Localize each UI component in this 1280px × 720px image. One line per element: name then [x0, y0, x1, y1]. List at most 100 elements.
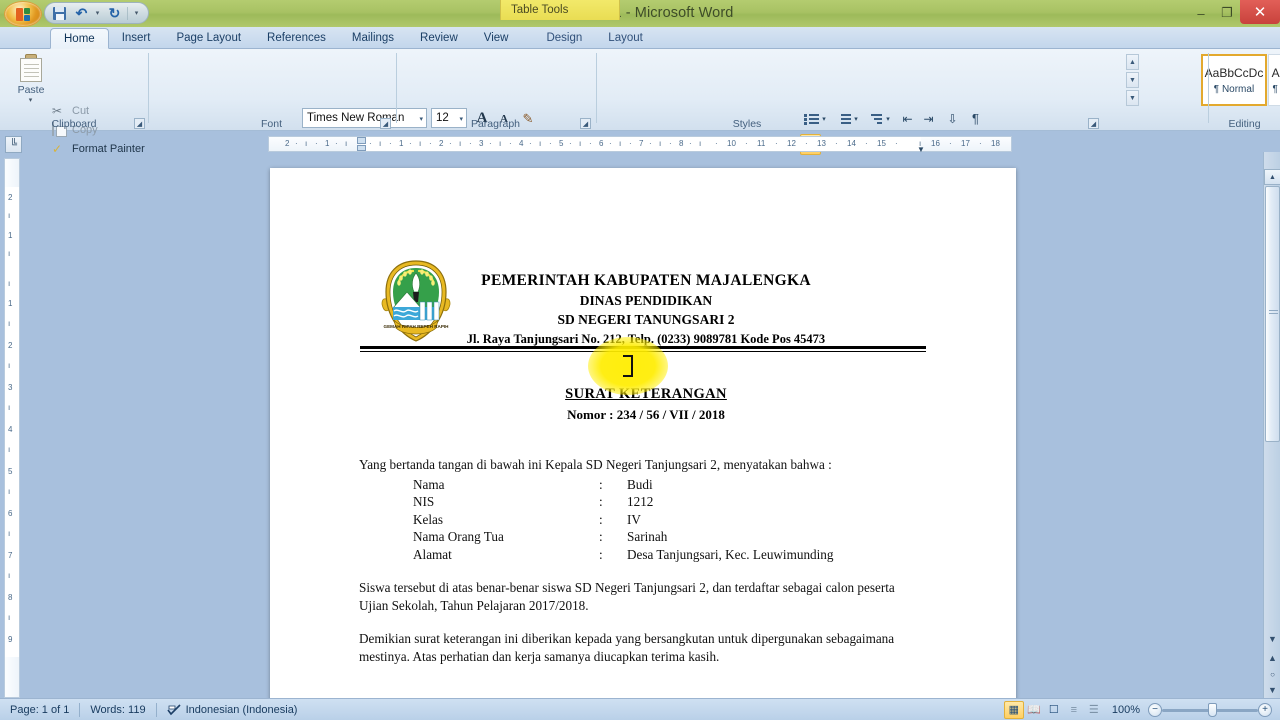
horizontal-ruler[interactable]: 2 · ı · 1 · ı · ı · 1 · ı · 2 · ı · 3 · ı · 4 · ı · 5 · ı · 6 ·… [268, 136, 1012, 154]
full-screen-reading-view-button[interactable]: 📖 [1024, 701, 1044, 719]
title-bar: ↶ ▾ ↻ ▾ Document1 - Microsoft Word Table… [0, 0, 1280, 28]
paste-button[interactable]: Paste ▾ [10, 53, 52, 111]
minimize-button[interactable]: – [1188, 2, 1214, 24]
field-label: Kelas [413, 511, 444, 527]
group-label-font: Font [260, 118, 282, 130]
document-title-block: SURAT KETERANGAN Nomor : 234 / 56 / VII … [358, 386, 934, 423]
styles-gallery-scroll[interactable]: ▲ ▼ ▼ [1126, 54, 1139, 106]
vertical-ruler[interactable]: 2ı 1ı ı1 ı2 ı3 ı4 ı5 ı6 ı7 ı8 ı9 [4, 158, 20, 698]
gallery-scroll-down-button[interactable]: ▼ [1126, 72, 1139, 88]
document-letterhead: PEMERINTAH KABUPATEN MAJALENGKA DINAS PE… [358, 272, 934, 347]
draft-view-button[interactable]: ☰ [1084, 701, 1104, 719]
right-indent-marker[interactable]: ▼ [917, 145, 925, 154]
zoom-out-button[interactable]: − [1148, 702, 1162, 717]
field-colon: : [599, 476, 603, 492]
close-button[interactable]: ✕ [1240, 0, 1280, 24]
letterhead-line-2: DINAS PENDIDIKAN [579, 293, 713, 308]
window-title: Document1 - Microsoft Word [546, 5, 734, 21]
zoom-slider[interactable] [1162, 702, 1258, 718]
document-canvas[interactable]: GEMAH RIPAH REPEH RAPIH PEMERINTAH KABUP… [22, 154, 1255, 698]
tab-home[interactable]: Home [50, 28, 109, 49]
letterhead-line-4: Jl. Raya Tanjungsari No. 212, Telp. (023… [466, 332, 826, 346]
ribbon-tabs: Home Insert Page Layout References Maili… [50, 27, 656, 49]
tab-mailings[interactable]: Mailings [339, 27, 407, 49]
left-indent-marker[interactable] [357, 145, 366, 151]
zoom-level-label[interactable]: 100% [1104, 704, 1148, 716]
outline-icon: ≡ [1070, 703, 1078, 716]
clipboard-dialog-launcher[interactable]: ◢ [134, 118, 145, 129]
format-painter-label: Format Painter [72, 142, 145, 155]
language-label: Indonesian (Indonesia) [185, 703, 298, 716]
tab-design[interactable]: Design [533, 27, 595, 49]
table-row: Nama Orang Tua : Sarinah [413, 528, 919, 546]
outline-view-button[interactable]: ≡ [1064, 701, 1084, 719]
body-paragraph-3: Demikian surat keterangan ini diberikan … [359, 631, 895, 664]
page-indicator-label: Page: 1 of 1 [10, 703, 70, 716]
table-row: Alamat : Desa Tanjungsari, Kec. Leuwimun… [413, 546, 919, 564]
cut-button[interactable]: ✂ Cut [52, 102, 89, 119]
print-layout-view-button[interactable]: ▦ [1003, 700, 1024, 719]
field-colon: : [599, 494, 603, 509]
field-colon: : [599, 529, 603, 544]
scroll-up-button[interactable]: ▲ [1264, 169, 1280, 185]
page-indicator[interactable]: Page: 1 of 1 [0, 699, 79, 720]
letterhead-line-3: SD NEGERI TANUNGSARI 2 [557, 312, 735, 327]
paste-label: Paste [17, 84, 45, 96]
field-value: 1212 [627, 494, 654, 509]
draft-icon: ☰ [1088, 704, 1099, 716]
gallery-more-button[interactable]: ▼ [1126, 90, 1139, 106]
group-label-paragraph: Paragraph [470, 118, 521, 130]
field-colon: : [599, 546, 603, 562]
table-row: NIS : 1212 [413, 493, 919, 511]
vertical-scrollbar[interactable]: ▣ ▲ ▼ ▲ ○ ▼ [1263, 152, 1280, 698]
tab-review[interactable]: Review [407, 27, 471, 49]
chevron-down-icon: ▾ [28, 97, 33, 104]
gallery-scroll-up-button[interactable]: ▲ [1126, 54, 1139, 70]
word-count[interactable]: Words: 119 [80, 699, 155, 720]
print-layout-icon: ▦ [1008, 704, 1020, 716]
group-label-styles: Styles [732, 118, 762, 130]
tab-insert[interactable]: Insert [109, 27, 164, 49]
web-layout-view-button[interactable]: ☐ [1044, 701, 1064, 719]
restore-button[interactable]: ❐ [1214, 2, 1240, 24]
tab-stop-selector[interactable]: ╚ [5, 136, 22, 153]
field-label: NIS [413, 494, 435, 509]
first-line-indent-marker[interactable] [357, 137, 366, 144]
zoom-slider-thumb[interactable] [1208, 702, 1217, 717]
ribbon-group-clipboard: Paste ▾ ✂ Cut Copy ✓ Format Painter Clip… [0, 49, 148, 156]
document-number: Nomor : 234 / 56 / VII / 2018 [567, 407, 725, 422]
word-count-label: Words: 119 [90, 703, 146, 716]
field-label: Nama Orang Tua [413, 529, 504, 544]
scroll-down-button[interactable]: ▼ [1264, 630, 1280, 647]
tab-layout[interactable]: Layout [595, 27, 656, 49]
proofing-errors-icon [166, 703, 181, 716]
field-value: Budi [627, 476, 653, 492]
ribbon-group-editing: ⚲ Find ▾ ab Replace ➔ Select ▾ Editing [1209, 49, 1280, 131]
zoom-in-button[interactable]: + [1258, 702, 1272, 717]
web-layout-icon: ☐ [1048, 704, 1059, 716]
tab-view[interactable]: View [471, 27, 522, 49]
document-page[interactable]: GEMAH RIPAH REPEH RAPIH PEMERINTAH KABUP… [270, 168, 1016, 698]
field-value: IV [627, 511, 641, 527]
text-cursor [623, 355, 633, 377]
document-body[interactable]: Yang bertanda tangan di bawah ini Kepala… [359, 456, 919, 665]
language-indicator[interactable]: Indonesian (Indonesia) [157, 699, 308, 720]
cut-label: Cut [72, 104, 90, 117]
scrollbar-thumb[interactable] [1265, 186, 1280, 442]
paragraph-dialog-launcher[interactable]: ◢ [580, 118, 591, 129]
tab-references[interactable]: References [254, 27, 339, 49]
ruler-ticks: 2 · ı · 1 · ı · ı · 1 · ı · 2 · ı · 3 · ı · 4 · ı · 5 · ı · 6 ·… [285, 139, 1000, 148]
letterhead-line-1: PEMERINTAH KABUPATEN MAJALENGKA [481, 272, 811, 289]
tab-page-layout[interactable]: Page Layout [163, 27, 254, 49]
letterhead-divider [360, 346, 926, 352]
body-paragraph-2: Siswa tersebut di atas benar-benar siswa… [359, 580, 895, 613]
status-bar: Page: 1 of 1 Words: 119 Indonesian (Indo… [0, 698, 1280, 720]
next-page-button[interactable]: ▼ [1264, 681, 1280, 698]
previous-page-button[interactable]: ▲ [1264, 649, 1280, 666]
group-label-clipboard: Clipboard [51, 118, 97, 130]
contextual-tab-group-label: Table Tools [500, 0, 620, 20]
font-dialog-launcher[interactable]: ◢ [380, 118, 391, 129]
vruler-ticks: 2ı 1ı ı1 ı2 ı3 ı4 ı5 ı6 ı7 ı8 ı9 [8, 193, 13, 644]
status-bar-right: ▦ 📖 ☐ ≡ ☰ 100% − + [1003, 700, 1280, 719]
styles-dialog-launcher[interactable]: ◢ [1088, 118, 1099, 129]
